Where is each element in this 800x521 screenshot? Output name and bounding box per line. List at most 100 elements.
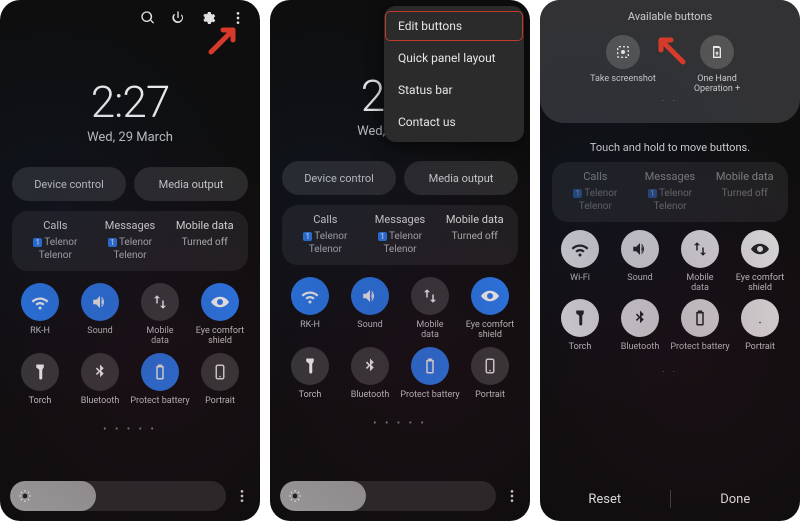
eye-icon	[201, 283, 239, 321]
tile-label: Torch	[569, 342, 592, 362]
overflow-menu: Edit buttons Quick panel layout Status b…	[384, 6, 524, 142]
panel-messages-title: Messages	[93, 219, 168, 234]
tile-label: Protect battery	[130, 396, 189, 416]
tile-wifi[interactable]: RK-H	[280, 277, 340, 341]
sim-info-panel[interactable]: Calls 1Telenor Telenor Messages 1Telenor…	[12, 211, 248, 271]
menu-status-bar[interactable]: Status bar	[384, 74, 524, 106]
tile-torch[interactable]: Torch	[10, 353, 70, 416]
pointer-arrow-2	[652, 34, 686, 72]
tile-eye-comfort[interactable]: Eye comfortshield	[460, 277, 520, 341]
screenshot-2-overflow-menu: 2:27 Wed, 29 March Device control Media …	[270, 0, 530, 521]
tile-portrait[interactable]: Portrait	[730, 299, 790, 362]
search-icon[interactable]	[140, 10, 156, 26]
tile-torch[interactable]: Torch	[280, 347, 340, 410]
battery-icon	[141, 353, 179, 391]
tile-sound[interactable]: Sound	[70, 283, 130, 347]
device-control-button[interactable]: Device control	[12, 167, 126, 201]
arrows-icon	[681, 230, 719, 268]
tile-portrait[interactable]: Portrait	[460, 347, 520, 410]
tile-protect-battery[interactable]: Protect battery	[400, 347, 460, 410]
available-buttons-panel: Available buttons Take screenshotOne Han…	[540, 0, 800, 123]
battery-icon	[681, 299, 719, 337]
brightness-icon	[288, 489, 302, 503]
onehand-icon	[700, 35, 734, 69]
tile-portrait[interactable]: Portrait	[190, 353, 250, 416]
panel-calls-title: Calls	[18, 219, 93, 234]
bluetooth-icon	[621, 299, 659, 337]
tile-eye-comfort[interactable]: Eye comfortshield	[190, 283, 250, 347]
tile-label: Torch	[29, 396, 52, 416]
tile-torch[interactable]: Torch	[550, 299, 610, 362]
tile-label: Sound	[357, 320, 382, 340]
page-dots: • • • • •	[0, 424, 260, 435]
sound-icon	[81, 283, 119, 321]
tile-label: Torch	[299, 390, 322, 410]
arrows-icon	[141, 283, 179, 321]
sim-badge: 1	[33, 238, 42, 247]
tile-protect-battery[interactable]: Protect battery	[670, 299, 730, 362]
reset-button[interactable]: Reset	[540, 492, 670, 507]
arrows-icon	[411, 277, 449, 315]
portrait-icon	[471, 347, 509, 385]
eye-icon	[471, 277, 509, 315]
panel-mobile-data[interactable]: Mobile data Turned off	[437, 213, 512, 257]
portrait-icon	[201, 353, 239, 391]
media-output-button[interactable]: Media output	[134, 167, 248, 201]
power-icon[interactable]	[170, 10, 186, 26]
brightness-slider[interactable]	[10, 481, 226, 511]
tile-label: Bluetooth	[351, 390, 390, 410]
brightness-options-icon[interactable]	[234, 488, 250, 504]
page-dots: • • • • •	[270, 418, 530, 429]
panel-mobile-data[interactable]: Mobile data Turned off	[167, 219, 242, 263]
available-one-hand[interactable]: One HandOperation +	[683, 35, 751, 95]
tile-wifi[interactable]: RK-H	[10, 283, 70, 347]
available-take-screenshot[interactable]: Take screenshot	[589, 35, 657, 95]
tile-mobile-data[interactable]: Mobiledata	[670, 230, 730, 294]
tile-label: Eye comfortshield	[466, 320, 514, 341]
panel-calls[interactable]: Calls 1Telenor Telenor	[288, 213, 363, 257]
tile-label: Mobiledata	[686, 273, 713, 294]
panel-messages[interactable]: Messages 1Telenor Telenor	[363, 213, 438, 257]
panel-calls[interactable]: Calls 1Telenor Telenor	[18, 219, 93, 263]
done-button[interactable]: Done	[671, 492, 800, 507]
tile-bluetooth[interactable]: Bluetooth	[340, 347, 400, 410]
tile-bluetooth[interactable]: Bluetooth	[610, 299, 670, 362]
tile-label: Protect battery	[400, 390, 459, 410]
clock-date: Wed, 29 March	[0, 130, 260, 145]
panel-data-title: Mobile data	[167, 219, 242, 234]
editor-page-dots: · ·	[540, 368, 800, 378]
tile-label: Mobiledata	[416, 320, 443, 341]
sim-badge: 1	[108, 238, 117, 247]
screenshot-icon	[606, 35, 640, 69]
tile-sound[interactable]: Sound	[610, 230, 670, 294]
panel-messages[interactable]: Messages 1Telenor Telenor	[93, 219, 168, 263]
pointer-arrow-1	[208, 24, 242, 62]
menu-quick-panel-layout[interactable]: Quick panel layout	[384, 42, 524, 74]
sound-icon	[621, 230, 659, 268]
portrait-icon	[741, 299, 779, 337]
bluetooth-icon	[81, 353, 119, 391]
tile-label: Eye comfortshield	[196, 326, 244, 347]
tile-mobile-data[interactable]: Mobiledata	[400, 277, 460, 341]
tile-label: Bluetooth	[621, 342, 660, 362]
quick-tile-grid: RK-H Sound Mobiledata Eye comfortshield Torc…	[270, 265, 530, 414]
torch-icon	[561, 299, 599, 337]
sim-info-panel[interactable]: Calls 1Telenor Telenor Messages 1Telenor…	[282, 205, 518, 265]
tile-bluetooth[interactable]: Bluetooth	[70, 353, 130, 416]
brightness-options-icon[interactable]	[504, 488, 520, 504]
tile-label: Mobiledata	[146, 326, 173, 347]
tile-protect-battery[interactable]: Protect battery	[130, 353, 190, 416]
menu-edit-buttons[interactable]: Edit buttons	[384, 10, 524, 42]
tile-eye-comfort[interactable]: Eye comfortshield	[730, 230, 790, 294]
tile-sound[interactable]: Sound	[340, 277, 400, 341]
clock-time: 2:27	[0, 76, 260, 128]
device-control-button[interactable]: Device control	[282, 161, 396, 195]
brightness-slider[interactable]	[280, 481, 496, 511]
wifi-icon	[21, 283, 59, 321]
tile-label: RK-H	[30, 326, 50, 346]
tile-label: Sound	[87, 326, 112, 346]
tile-wifi[interactable]: Wi-Fi	[550, 230, 610, 294]
media-output-button[interactable]: Media output	[404, 161, 518, 195]
tile-mobile-data[interactable]: Mobiledata	[130, 283, 190, 347]
menu-contact-us[interactable]: Contact us	[384, 106, 524, 138]
